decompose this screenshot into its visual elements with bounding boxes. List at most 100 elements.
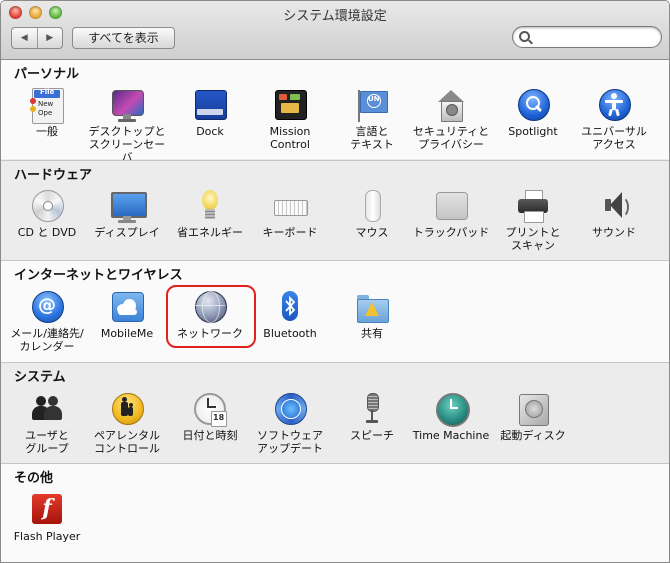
pref-keyboard[interactable]: キーボード [250,189,330,239]
label-energy-saver: 省エネルギー [177,226,243,239]
section-internet-wireless: インターネットとワイヤレス @ メール/連絡先/ カレンダー MobileMe [1,260,669,362]
pref-users-groups[interactable]: ユーザと グループ [7,392,87,455]
hard-disk-icon [516,392,550,426]
window-title: システム環境設定 [283,9,387,24]
section-title-system: システム [14,370,66,385]
lightbulb-icon [193,189,227,223]
search-input[interactable] [535,29,654,46]
section-title-internet-wireless: インターネットとワイヤレス [14,268,183,283]
titlebar: システム環境設定 ◀ ▶ すべてを表示 [1,1,669,60]
spotlight-icon [516,88,550,122]
pref-language-text[interactable]: UN 言語と テキスト [332,88,412,151]
show-all-button[interactable]: すべてを表示 [72,27,175,49]
sharing-folder-icon [355,290,389,324]
at-sign-icon: @ [30,290,64,324]
pref-general[interactable]: File New Ope 一般 [7,88,87,138]
label-displays: ディスプレイ [94,226,160,239]
pref-startup-disk[interactable]: 起動ディスク [493,392,573,442]
house-lock-icon [434,88,468,122]
label-flash-player: Flash Player [13,530,81,543]
keyboard-icon [273,189,308,223]
back-button[interactable]: ◀ [12,28,37,48]
pref-mobileme[interactable]: MobileMe [87,290,167,340]
label-sharing: 共有 [361,327,383,340]
pref-bluetooth[interactable]: Bluetooth [250,290,330,340]
search-field[interactable] [512,26,662,48]
pref-trackpad[interactable]: トラックパッド [411,189,491,239]
label-language-text: 言語と テキスト [350,125,394,151]
section-title-hardware: ハードウェア [14,168,93,183]
label-spotlight: Spotlight [508,125,558,138]
pref-mission-control[interactable]: Mission Control [250,88,330,151]
pref-desktop-screensaver[interactable]: デスクトップと スクリーンセーバ [87,88,167,164]
time-machine-icon [434,392,470,427]
label-mouse: マウス [355,226,389,239]
section-title-personal: パーソナル [14,67,80,82]
label-keyboard: キーボード [262,226,318,239]
software-update-icon [273,392,307,426]
parental-controls-icon [110,392,144,426]
pref-time-machine[interactable]: Time Machine [411,392,491,442]
label-trackpad: トラックパッド [412,226,490,239]
trackpad-icon [434,189,468,223]
un-flag-icon: UN [355,88,389,122]
speaker-icon [597,189,631,223]
pref-flash-player[interactable]: f Flash Player [7,493,87,543]
label-mail-contacts-calendars: メール/連絡先/ カレンダー [10,327,84,353]
accessibility-icon [597,88,631,122]
bluetooth-icon [273,290,307,324]
forward-button[interactable]: ▶ [36,28,63,48]
pref-date-time[interactable]: 18 日付と時刻 [170,392,250,442]
network-highlight-annotation [166,285,256,348]
pref-sound[interactable]: サウンド [574,189,654,239]
flash-player-icon: f [30,493,64,527]
pref-dock[interactable]: Dock [170,88,250,138]
mission-control-icon [273,88,307,122]
search-icon [519,31,530,42]
pref-software-update[interactable]: ソフトウェア アップデート [250,392,330,455]
pref-speech[interactable]: スピーチ [332,392,412,442]
mouse-icon [355,189,389,223]
pref-spotlight[interactable]: Spotlight [493,88,573,138]
display-icon [110,189,147,223]
pref-cd-dvd[interactable]: CD と DVD [7,189,87,239]
label-speech: スピーチ [350,429,394,442]
label-cd-dvd: CD と DVD [17,226,77,239]
label-dock: Dock [196,125,224,138]
pref-sharing[interactable]: 共有 [332,290,412,340]
label-time-machine: Time Machine [412,429,490,442]
label-mission-control: Mission Control [269,125,311,151]
pref-parental-controls[interactable]: ペアレンタル コントロール [87,392,167,455]
pref-universal-access[interactable]: ユニバーサル アクセス [574,88,654,151]
label-software-update: ソフトウェア アップデート [257,429,323,455]
pref-energy-saver[interactable]: 省エネルギー [170,189,250,239]
label-desktop-screensaver: デスクトップと スクリーンセーバ [88,125,166,164]
label-mobileme: MobileMe [100,327,154,340]
label-bluetooth: Bluetooth [263,327,317,340]
section-personal: パーソナル File New Ope 一般 デスクトップと スクリーンセーバ D… [1,60,669,164]
label-print-scan: プリントと スキャン [505,226,561,252]
cloud-icon [110,290,144,324]
microphone-icon [355,392,389,426]
pref-print-scan[interactable]: プリントと スキャン [493,189,573,252]
system-preferences-window: システム環境設定 ◀ ▶ すべてを表示 パーソナル File New Ope 一… [0,0,670,563]
pref-mouse[interactable]: マウス [332,189,412,239]
label-parental-controls: ペアレンタル コントロール [94,429,160,455]
label-security-privacy: セキュリティと プライバシー [412,125,490,151]
section-title-other: その他 [14,471,54,486]
pref-displays[interactable]: ディスプレイ [87,189,167,239]
pref-security-privacy[interactable]: セキュリティと プライバシー [411,88,491,151]
section-hardware: ハードウェア CD と DVD ディスプレイ 省エネルギー キーボード マウス … [1,160,669,260]
dock-icon [193,88,227,122]
label-date-time: 日付と時刻 [182,429,238,442]
printer-icon [516,189,550,223]
label-sound: サウンド [592,226,636,239]
clock-calendar-icon: 18 [193,392,227,427]
desktop-screensaver-icon [110,88,144,122]
general-icon: File New Ope [30,88,64,124]
section-system: システム ユーザと グループ ペアレンタル コントロール 18 日付と時刻 ソフ… [1,362,669,463]
pref-mail-contacts-calendars[interactable]: @ メール/連絡先/ カレンダー [7,290,87,353]
label-general: 一般 [36,125,58,138]
label-users-groups: ユーザと グループ [25,429,69,455]
section-other: その他 f Flash Player [1,463,669,562]
